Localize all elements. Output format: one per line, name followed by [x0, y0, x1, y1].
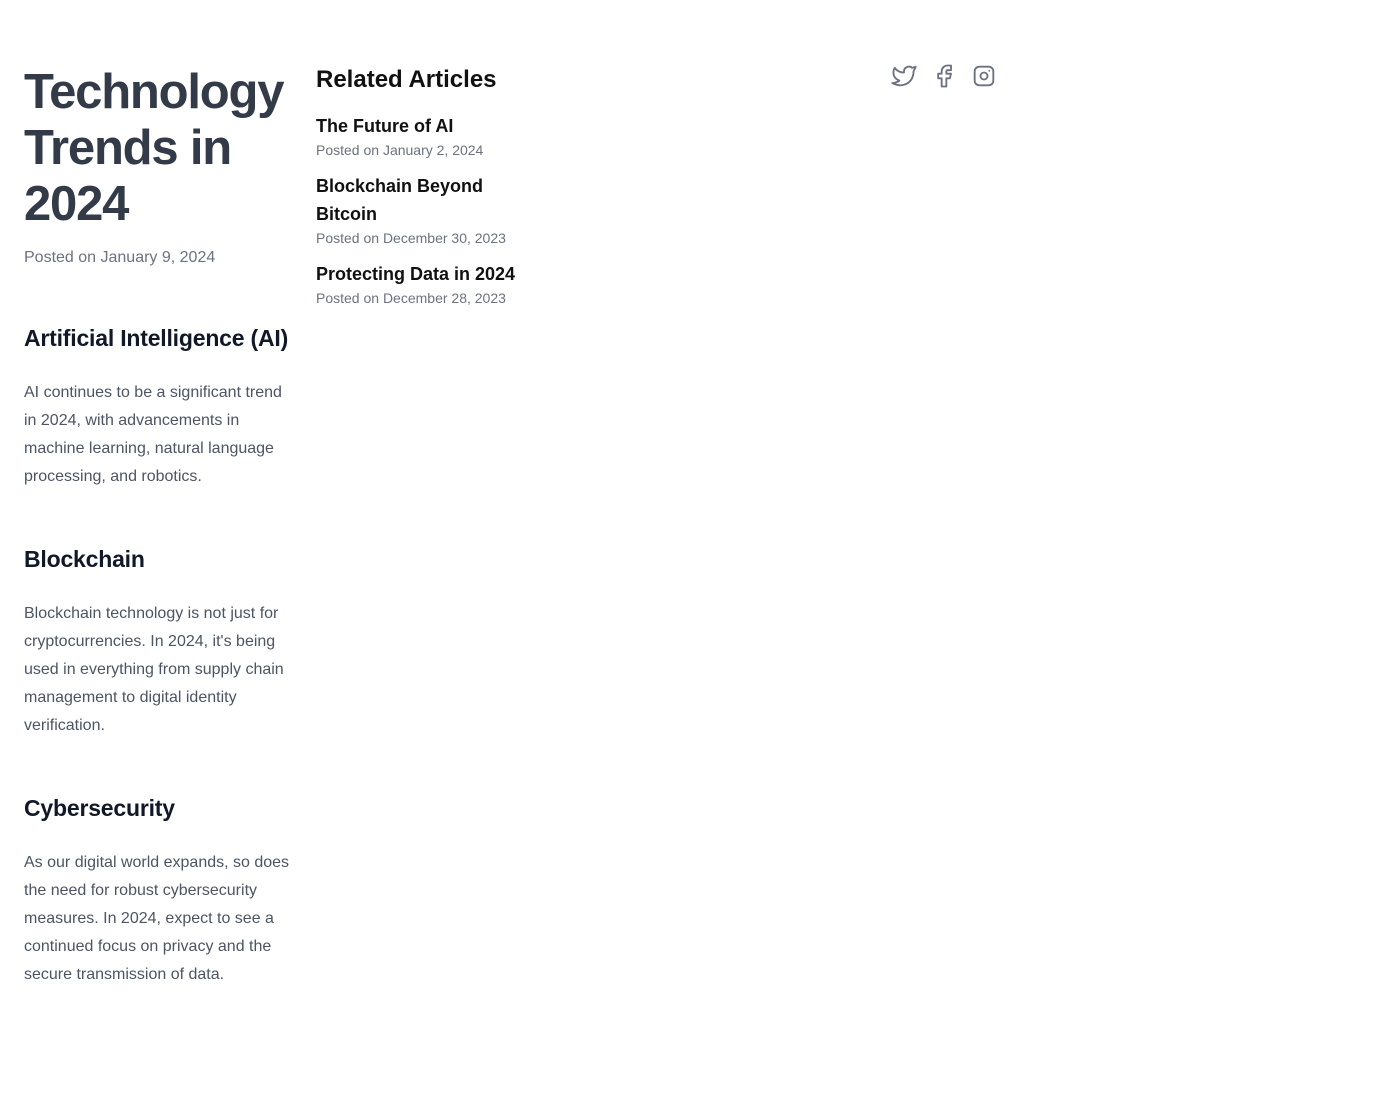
section-ai: Artificial Intelligence (AI) AI continue… [24, 322, 296, 491]
section-heading: Cybersecurity [24, 795, 175, 821]
facebook-link[interactable] [930, 62, 958, 90]
related-article-link[interactable]: Blockchain Beyond Bitcoin [316, 172, 516, 228]
related-article-date: Posted on January 2, 2024 [316, 142, 484, 158]
related-articles-title: Related Articles [316, 66, 497, 93]
section-cybersecurity: Cybersecurity As our digital world expan… [24, 792, 296, 989]
section-body: Blockchain technology is not just for cr… [24, 605, 284, 734]
section-body: AI continues to be a significant trend i… [24, 384, 282, 485]
article-date: Posted on January 9, 2024 [24, 249, 216, 266]
related-article-date: Posted on December 28, 2023 [316, 290, 506, 306]
article-title: Technology Trends in 2024 [24, 65, 285, 231]
twitter-icon [891, 65, 917, 87]
section-blockchain: Blockchain Blockchain technology is not … [24, 543, 296, 740]
list-item: The Future of AI Posted on January 2, 20… [316, 112, 516, 160]
section-heading: Artificial Intelligence (AI) [24, 325, 289, 351]
related-articles: Related Articles The Future of AI Posted… [316, 64, 516, 320]
related-article-link[interactable]: Protecting Data in 2024 [316, 260, 516, 288]
list-item: Blockchain Beyond Bitcoin Posted on Dece… [316, 172, 516, 248]
section-body: As our digital world expands, so does th… [24, 854, 290, 983]
facebook-icon [937, 64, 952, 88]
instagram-link[interactable] [970, 62, 998, 90]
twitter-link[interactable] [890, 62, 918, 90]
list-item: Protecting Data in 2024 Posted on Decemb… [316, 260, 516, 308]
related-article-link[interactable]: The Future of AI [316, 112, 516, 140]
related-article-date: Posted on December 30, 2023 [316, 230, 506, 246]
social-links [890, 62, 998, 90]
related-articles-list: The Future of AI Posted on January 2, 20… [316, 112, 516, 308]
instagram-icon [973, 65, 995, 87]
section-heading: Blockchain [24, 546, 145, 572]
article: Technology Trends in 2024 Posted on Janu… [24, 64, 296, 989]
